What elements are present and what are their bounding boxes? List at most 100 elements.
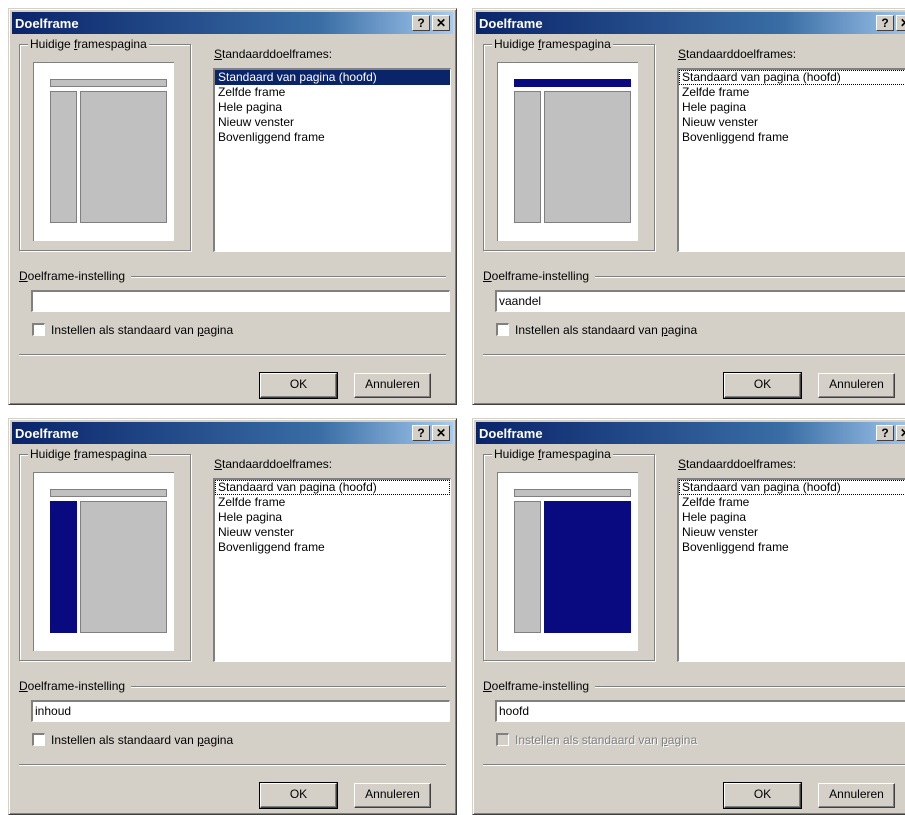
frame-top-banner[interactable] (514, 79, 631, 87)
dialog-title: Doelframe (15, 16, 79, 31)
target-setting-label: Doelframe-instelling (483, 269, 596, 283)
common-targets-listbox[interactable]: Standaard van pagina (hoofd) Zelfde frame… (213, 68, 451, 252)
target-frame-input[interactable]: hoofd (495, 700, 905, 722)
common-targets-listbox[interactable]: Standaard van pagina (hoofd) Zelfde frame… (213, 478, 451, 662)
cancel-button[interactable]: Annuleren (354, 373, 431, 398)
frames-page-preview (497, 62, 638, 241)
target-setting-label: Doelframe-instelling (19, 679, 132, 693)
list-item[interactable]: Bovenliggend frame (679, 130, 905, 145)
help-button[interactable]: ? (412, 15, 430, 31)
target-frame-dialog: Doelframe ? ✕ Huidige framespagina Stand… (8, 8, 457, 405)
set-as-page-default-label: Instellen als standaard van pagina (51, 323, 234, 337)
current-frames-page-group: Huidige framespagina (19, 447, 191, 661)
frame-top-banner[interactable] (50, 489, 167, 497)
list-item[interactable]: Bovenliggend frame (679, 540, 905, 555)
button-divider (19, 354, 446, 356)
frames-page-preview (497, 472, 638, 651)
ok-button[interactable]: OK (723, 372, 802, 399)
frame-main[interactable] (544, 91, 631, 223)
set-as-page-default-row[interactable]: Instellen als standaard van pagina (32, 323, 233, 339)
set-as-page-default-label: Instellen als standaard van pagina (515, 323, 698, 337)
title-bar[interactable]: Doelframe ? ✕ (476, 422, 905, 444)
list-item[interactable]: Standaard van pagina (hoofd) (215, 480, 450, 495)
list-item[interactable]: Bovenliggend frame (215, 540, 450, 555)
frame-left-contents[interactable] (50, 501, 77, 633)
button-divider (483, 354, 905, 356)
title-bar[interactable]: Doelframe ? ✕ (12, 12, 453, 34)
set-as-page-default-row[interactable]: Instellen als standaard van pagina (496, 733, 697, 749)
list-item[interactable]: Nieuw venster (215, 115, 450, 130)
frame-top-banner[interactable] (514, 489, 631, 497)
button-divider (483, 764, 905, 766)
button-divider (19, 764, 446, 766)
list-item[interactable]: Hele pagina (215, 510, 450, 525)
target-frame-input[interactable]: vaandel (495, 290, 905, 312)
dialog-title: Doelframe (479, 16, 543, 31)
help-button[interactable]: ? (876, 15, 894, 31)
frame-main[interactable] (80, 91, 167, 223)
close-button[interactable]: ✕ (432, 15, 450, 31)
title-bar[interactable]: Doelframe ? ✕ (476, 12, 905, 34)
set-as-page-default-label: Instellen als standaard van pagina (515, 733, 698, 747)
current-frames-page-label: Huidige framespagina (28, 37, 149, 51)
list-item[interactable]: Bovenliggend frame (215, 130, 450, 145)
help-button[interactable]: ? (876, 425, 894, 441)
set-as-page-default-row[interactable]: Instellen als standaard van pagina (32, 733, 233, 749)
close-button[interactable]: ✕ (896, 425, 905, 441)
list-item[interactable]: Nieuw venster (215, 525, 450, 540)
cancel-button[interactable]: Annuleren (354, 783, 431, 808)
target-frame-dialog: Doelframe ? ✕ Huidige framespagina Stand… (472, 8, 905, 405)
frame-top-banner[interactable] (50, 79, 167, 87)
list-item[interactable]: Standaard van pagina (hoofd) (679, 480, 905, 495)
list-item[interactable]: Standaard van pagina (hoofd) (215, 70, 450, 85)
common-targets-label: Standaarddoelframes: (678, 47, 797, 61)
current-frames-page-label: Huidige framespagina (28, 447, 149, 461)
list-item[interactable]: Zelfde frame (215, 85, 450, 100)
cancel-button[interactable]: Annuleren (818, 373, 895, 398)
frames-page-preview (33, 62, 174, 241)
current-frames-page-group: Huidige framespagina (19, 37, 191, 251)
help-button[interactable]: ? (412, 425, 430, 441)
list-item[interactable]: Hele pagina (679, 100, 905, 115)
target-setting-label: Doelframe-instelling (19, 269, 132, 283)
list-item[interactable]: Standaard van pagina (hoofd) (679, 70, 905, 85)
ok-button[interactable]: OK (259, 782, 338, 809)
frame-main[interactable] (80, 501, 167, 633)
close-button[interactable]: ✕ (896, 15, 905, 31)
set-as-page-default-label: Instellen als standaard van pagina (51, 733, 234, 747)
target-frame-input[interactable]: inhoud (31, 700, 450, 722)
common-targets-listbox[interactable]: Standaard van pagina (hoofd) Zelfde frame… (677, 68, 905, 252)
list-item[interactable]: Zelfde frame (679, 495, 905, 510)
target-setting-label: Doelframe-instelling (483, 679, 596, 693)
common-targets-listbox[interactable]: Standaard van pagina (hoofd) Zelfde frame… (677, 478, 905, 662)
title-bar[interactable]: Doelframe ? ✕ (12, 422, 453, 444)
frames-page-preview (33, 472, 174, 651)
frame-left-contents[interactable] (514, 91, 541, 223)
set-as-page-default-checkbox[interactable] (32, 733, 45, 746)
close-button[interactable]: ✕ (432, 425, 450, 441)
frame-main[interactable] (544, 501, 631, 633)
current-frames-page-label: Huidige framespagina (492, 447, 613, 461)
list-item[interactable]: Zelfde frame (679, 85, 905, 100)
list-item[interactable]: Nieuw venster (679, 115, 905, 130)
current-frames-page-label: Huidige framespagina (492, 37, 613, 51)
common-targets-label: Standaarddoelframes: (214, 457, 333, 471)
ok-button[interactable]: OK (723, 782, 802, 809)
common-targets-label: Standaarddoelframes: (214, 47, 333, 61)
frame-left-contents[interactable] (514, 501, 541, 633)
cancel-button[interactable]: Annuleren (818, 783, 895, 808)
list-item[interactable]: Zelfde frame (215, 495, 450, 510)
set-as-page-default-checkbox[interactable] (32, 323, 45, 336)
list-item[interactable]: Nieuw venster (679, 525, 905, 540)
set-as-page-default-checkbox[interactable] (496, 733, 509, 746)
set-as-page-default-checkbox[interactable] (496, 323, 509, 336)
list-item[interactable]: Hele pagina (679, 510, 905, 525)
list-item[interactable]: Hele pagina (215, 100, 450, 115)
current-frames-page-group: Huidige framespagina (483, 37, 655, 251)
current-frames-page-group: Huidige framespagina (483, 447, 655, 661)
target-frame-input[interactable] (31, 290, 450, 312)
dialog-title: Doelframe (15, 426, 79, 441)
frame-left-contents[interactable] (50, 91, 77, 223)
ok-button[interactable]: OK (259, 372, 338, 399)
set-as-page-default-row[interactable]: Instellen als standaard van pagina (496, 323, 697, 339)
